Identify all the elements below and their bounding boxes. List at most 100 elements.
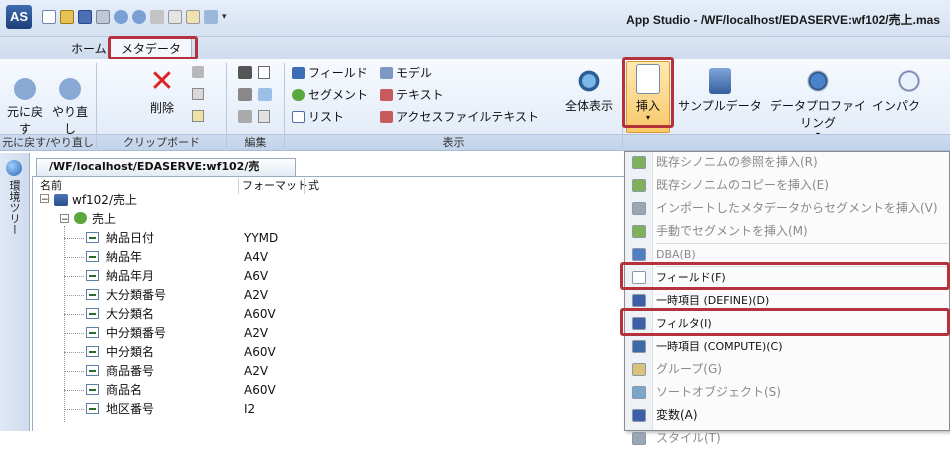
- field-name: 大分類番号: [106, 288, 167, 302]
- open-folder-icon[interactable]: [60, 10, 74, 24]
- qat-dropdown-icon[interactable]: ▾: [222, 10, 232, 24]
- document-icon[interactable]: [258, 66, 270, 79]
- new-file-icon[interactable]: [42, 10, 56, 24]
- field-name: 商品番号: [106, 364, 155, 378]
- column-header-name[interactable]: 名前: [40, 178, 62, 194]
- field-format: A6V: [244, 269, 269, 283]
- menu-item[interactable]: 既存シノニムの参照を挿入(R): [626, 152, 950, 173]
- cut-icon[interactable]: [192, 66, 204, 78]
- table-row[interactable]: 中分類番号 A2V: [64, 325, 604, 342]
- window-title: App Studio - /WF/localhost/EDASERVE:wf10…: [626, 13, 940, 27]
- menu-item[interactable]: スタイル(T): [626, 428, 950, 449]
- find-icon[interactable]: [238, 66, 252, 79]
- field-view-label: フィールド: [308, 66, 368, 80]
- menu-item-label: スタイル(T): [656, 431, 721, 445]
- table-row[interactable]: 納品年 A4V: [64, 249, 604, 266]
- field-view-button[interactable]: フィールド: [292, 64, 368, 82]
- menu-item-label: 既存シノニムのコピーを挿入(E): [656, 178, 829, 192]
- copy-icon[interactable]: [192, 88, 204, 100]
- table-row[interactable]: 商品名 A60V: [64, 382, 604, 399]
- tree-connector: [64, 257, 84, 258]
- table-row[interactable]: 大分類名 A60V: [64, 306, 604, 323]
- delete-icon: ✕: [149, 64, 175, 99]
- tree-connector: [64, 295, 84, 296]
- undo-button[interactable]: 元に戻す: [4, 78, 46, 137]
- model-view-button[interactable]: モデル: [380, 64, 432, 82]
- field-format: A60V: [244, 383, 276, 397]
- table-row[interactable]: 納品日付 YYMD: [64, 230, 604, 247]
- paste-small-icon[interactable]: [186, 10, 200, 24]
- column-header-format[interactable]: フォーマット: [242, 178, 308, 194]
- field-icon: [86, 346, 99, 357]
- undo-icon: [14, 78, 36, 100]
- field-icon: [86, 251, 99, 262]
- data-profiling-button[interactable]: データプロファイリング ▾: [766, 68, 870, 139]
- table-row[interactable]: 納品年月 A6V: [64, 268, 604, 285]
- delete-button[interactable]: ✕ 削除: [140, 64, 184, 116]
- field-format: A2V: [244, 288, 269, 302]
- menu-item-icon: [632, 409, 646, 422]
- undo-small-icon[interactable]: [114, 10, 128, 24]
- menu-item-icon: [632, 363, 646, 376]
- sample-data-label: サンプルデータ: [678, 99, 762, 113]
- table-row[interactable]: 大分類番号 A2V: [64, 287, 604, 304]
- paste-icon[interactable]: [192, 110, 204, 122]
- menu-item[interactable]: 既存シノニムのコピーを挿入(E): [626, 175, 950, 196]
- select-all-icon[interactable]: [258, 110, 270, 123]
- segment-view-icon: [292, 89, 305, 101]
- expand-toggle-icon[interactable]: −: [60, 214, 69, 225]
- replace-icon[interactable]: [258, 88, 272, 101]
- menu-item[interactable]: グループ(G): [626, 359, 950, 380]
- table-row[interactable]: 地区番号 I2: [64, 401, 604, 418]
- group-label-clipboard: クリップボード: [97, 134, 226, 150]
- run-icon[interactable]: [204, 10, 218, 24]
- environment-tree-label[interactable]: 環境ツリー: [8, 180, 22, 235]
- redo-button[interactable]: やり直し: [48, 78, 92, 137]
- app-icon[interactable]: AS: [6, 5, 32, 29]
- tree-root-label[interactable]: wf102/売上: [72, 192, 137, 209]
- redo-small-icon[interactable]: [132, 10, 146, 24]
- sample-data-button[interactable]: サンプルデータ: [676, 68, 764, 114]
- table-row[interactable]: 商品番号 A2V: [64, 363, 604, 380]
- tree-connector: [64, 333, 84, 334]
- insert-button-highlight: [622, 57, 674, 128]
- expand-toggle-icon[interactable]: −: [40, 194, 49, 205]
- menu-item[interactable]: インポートしたメタデータからセグメントを挿入(V): [626, 198, 950, 219]
- define-item-highlight: [620, 262, 950, 290]
- field-name: 納品年月: [106, 269, 155, 283]
- text-view-button[interactable]: テキスト: [380, 86, 444, 104]
- text-view-label: テキスト: [396, 88, 444, 102]
- access-file-view-button[interactable]: アクセスファイルテキスト: [380, 108, 539, 126]
- find-next-icon[interactable]: [238, 88, 252, 101]
- find-prev-icon[interactable]: [238, 110, 252, 123]
- document-tab[interactable]: /WF/localhost/EDASERVE:wf102/売上.mas ×: [36, 158, 296, 189]
- segment-view-button[interactable]: セグメント: [292, 86, 368, 104]
- menu-item[interactable]: 変数(A): [626, 405, 950, 426]
- copy-small-icon[interactable]: [168, 10, 182, 24]
- save-icon[interactable]: [78, 10, 92, 24]
- sample-data-icon: [709, 68, 731, 94]
- menu-item[interactable]: ソートオブジェクト(S): [626, 382, 950, 403]
- list-view-button[interactable]: リスト: [292, 108, 344, 126]
- tree-segment-label[interactable]: 売上: [92, 211, 116, 228]
- column-divider: [304, 178, 305, 194]
- column-divider: [238, 178, 239, 194]
- field-name: 中分類名: [106, 345, 155, 359]
- menu-item[interactable]: 手動でセグメントを挿入(M): [626, 221, 950, 242]
- tree-connector: [64, 238, 84, 239]
- impact-button[interactable]: インパク: [872, 68, 950, 114]
- menu-item-label: 変数(A): [656, 408, 698, 422]
- column-header-expression[interactable]: 式: [308, 178, 319, 194]
- menu-item[interactable]: 一時項目 (COMPUTE)(C): [626, 336, 950, 357]
- globe-icon[interactable]: [6, 160, 22, 176]
- menu-item-icon: [632, 225, 646, 238]
- print-icon[interactable]: [96, 10, 110, 24]
- table-row[interactable]: 中分類名 A60V: [64, 344, 604, 361]
- group-label-undo-redo: 元に戻す/やり直し: [0, 134, 96, 150]
- list-view-icon: [292, 111, 305, 123]
- tree-connector: [64, 371, 84, 372]
- cut-small-icon[interactable]: [150, 10, 164, 24]
- show-all-button[interactable]: 全体表示: [558, 68, 620, 114]
- compute-item-highlight: [620, 308, 950, 336]
- menu-item-icon: [632, 294, 646, 307]
